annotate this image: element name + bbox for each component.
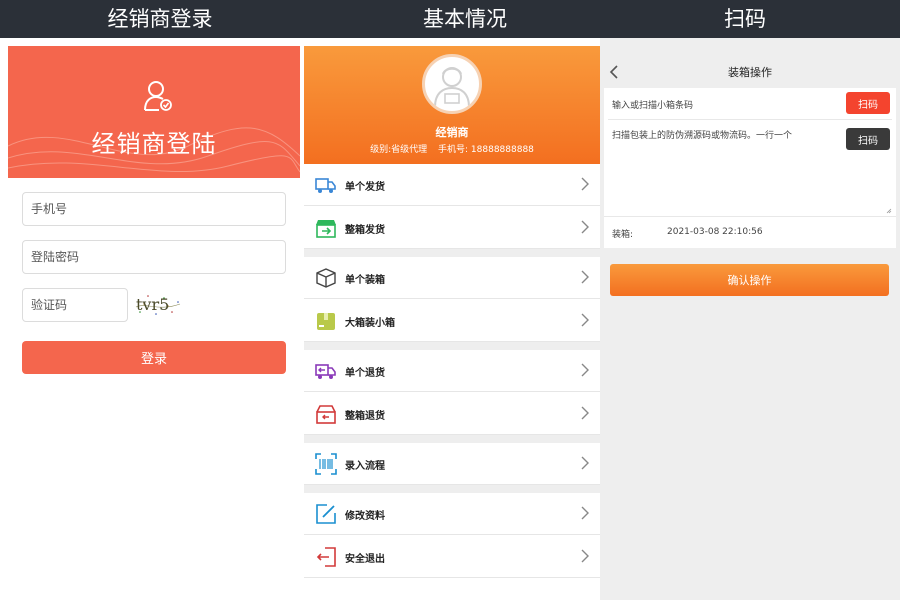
chevron-right-icon bbox=[581, 270, 589, 284]
scan-header: 装箱操作 bbox=[604, 56, 896, 88]
login-panel: 经销商登陆 tvr5 登录 bbox=[0, 38, 304, 600]
password-input[interactable] bbox=[23, 241, 285, 273]
avatar[interactable] bbox=[422, 54, 482, 114]
menu-separator bbox=[304, 485, 600, 493]
section-title-scan: 扫码 bbox=[724, 7, 766, 31]
menu-label: 整箱退货 bbox=[345, 411, 385, 422]
profile-level: 级别:省级代理 bbox=[370, 145, 428, 155]
menu-item-single-return[interactable]: 单个退货 bbox=[304, 350, 600, 392]
chevron-right-icon bbox=[581, 363, 589, 377]
captcha-field[interactable] bbox=[22, 288, 128, 322]
menu-item-edit-profile[interactable]: 修改资料 bbox=[304, 493, 600, 535]
resize-handle-icon[interactable] bbox=[886, 208, 892, 214]
menu-item-box-return[interactable]: 整箱退货 bbox=[304, 393, 600, 435]
return-truck-icon bbox=[315, 364, 336, 379]
chevron-right-icon bbox=[581, 406, 589, 420]
menu-label: 大箱装小箱 bbox=[345, 318, 395, 329]
edit-icon bbox=[316, 504, 336, 524]
menu-item-single-ship[interactable]: 单个发货 bbox=[304, 164, 600, 206]
chevron-right-icon bbox=[581, 549, 589, 563]
chevron-right-icon bbox=[581, 313, 589, 327]
phone-input[interactable] bbox=[23, 193, 285, 225]
menu-label: 单个装箱 bbox=[345, 275, 385, 286]
section-title-profile: 基本情况 bbox=[423, 7, 507, 31]
profile-info: 级别:省级代理 手机号: 18888888888 bbox=[304, 142, 600, 155]
menu-label: 单个发货 bbox=[345, 182, 385, 193]
phone-field[interactable] bbox=[22, 192, 286, 226]
scan-title: 装箱操作 bbox=[728, 66, 772, 79]
packing-label: 装箱: bbox=[612, 230, 634, 240]
captcha-image[interactable]: tvr5 bbox=[134, 292, 182, 318]
user-check-icon bbox=[144, 81, 172, 111]
code-textarea[interactable]: 扫描包装上的防伪溯源码或物流码。一行一个 bbox=[612, 128, 838, 141]
truck-icon bbox=[315, 178, 336, 193]
section-title-login: 经销商登录 bbox=[107, 7, 213, 31]
profile-name: 经销商 bbox=[435, 126, 469, 139]
logout-icon bbox=[316, 547, 336, 567]
menu-label: 整箱发货 bbox=[345, 225, 385, 236]
barcode-scan-icon bbox=[315, 453, 337, 475]
scan-panel: 装箱操作 输入或扫描小箱条码 扫码 扫描包装上的防伪溯源码或物流码。一行一个 扫… bbox=[600, 38, 900, 600]
captcha-input[interactable] bbox=[23, 289, 127, 321]
login-button[interactable]: 登录 bbox=[22, 341, 286, 374]
box-arrow-icon bbox=[316, 220, 336, 238]
chevron-right-icon bbox=[581, 220, 589, 234]
packing-time: 2021-03-08 22:10:56 bbox=[667, 227, 763, 237]
login-hero-banner: 经销商登陆 bbox=[8, 46, 300, 178]
menu-item-logout[interactable]: 安全退出 bbox=[304, 536, 600, 578]
menu-item-big-box[interactable]: 大箱装小箱 bbox=[304, 300, 600, 342]
row-divider bbox=[608, 119, 892, 120]
menu-separator bbox=[304, 342, 600, 350]
small-box-input[interactable]: 输入或扫描小箱条码 bbox=[612, 98, 693, 111]
cube-icon bbox=[316, 268, 336, 288]
menu-label: 修改资料 bbox=[345, 511, 385, 522]
menu-item-box-ship[interactable]: 整箱发货 bbox=[304, 207, 600, 249]
profile-phone: 手机号: 18888888888 bbox=[438, 145, 534, 155]
confirm-button[interactable]: 确认操作 bbox=[610, 264, 889, 296]
menu-separator bbox=[304, 435, 600, 443]
profile-panel: 经销商 级别:省级代理 手机号: 18888888888 单个发货 整箱发货 单… bbox=[304, 38, 600, 600]
login-title: 经销商登陆 bbox=[91, 130, 217, 158]
chevron-right-icon bbox=[581, 456, 589, 470]
avatar-person-icon bbox=[434, 67, 470, 108]
menu-label: 录入流程 bbox=[345, 461, 385, 472]
chevron-right-icon bbox=[581, 177, 589, 191]
menu-label: 单个退货 bbox=[345, 368, 385, 379]
menu-label: 安全退出 bbox=[345, 554, 385, 565]
captcha-text: tvr5 bbox=[136, 295, 170, 314]
chevron-right-icon bbox=[581, 506, 589, 520]
return-box-icon bbox=[316, 405, 336, 424]
package-icon bbox=[317, 313, 335, 330]
menu-item-entry-flow[interactable]: 录入流程 bbox=[304, 443, 600, 485]
scan-code-button[interactable]: 扫码 bbox=[846, 128, 890, 150]
menu-item-single-pack[interactable]: 单个装箱 bbox=[304, 257, 600, 299]
password-field[interactable] bbox=[22, 240, 286, 274]
scan-small-box-button[interactable]: 扫码 bbox=[846, 92, 890, 114]
menu-separator bbox=[304, 249, 600, 257]
profile-hero-banner: 经销商 级别:省级代理 手机号: 18888888888 bbox=[304, 46, 600, 164]
packing-info-row: 装箱: 2021-03-08 22:10:56 bbox=[604, 216, 896, 248]
scan-form: 输入或扫描小箱条码 扫码 扫描包装上的防伪溯源码或物流码。一行一个 扫码 bbox=[604, 88, 896, 216]
